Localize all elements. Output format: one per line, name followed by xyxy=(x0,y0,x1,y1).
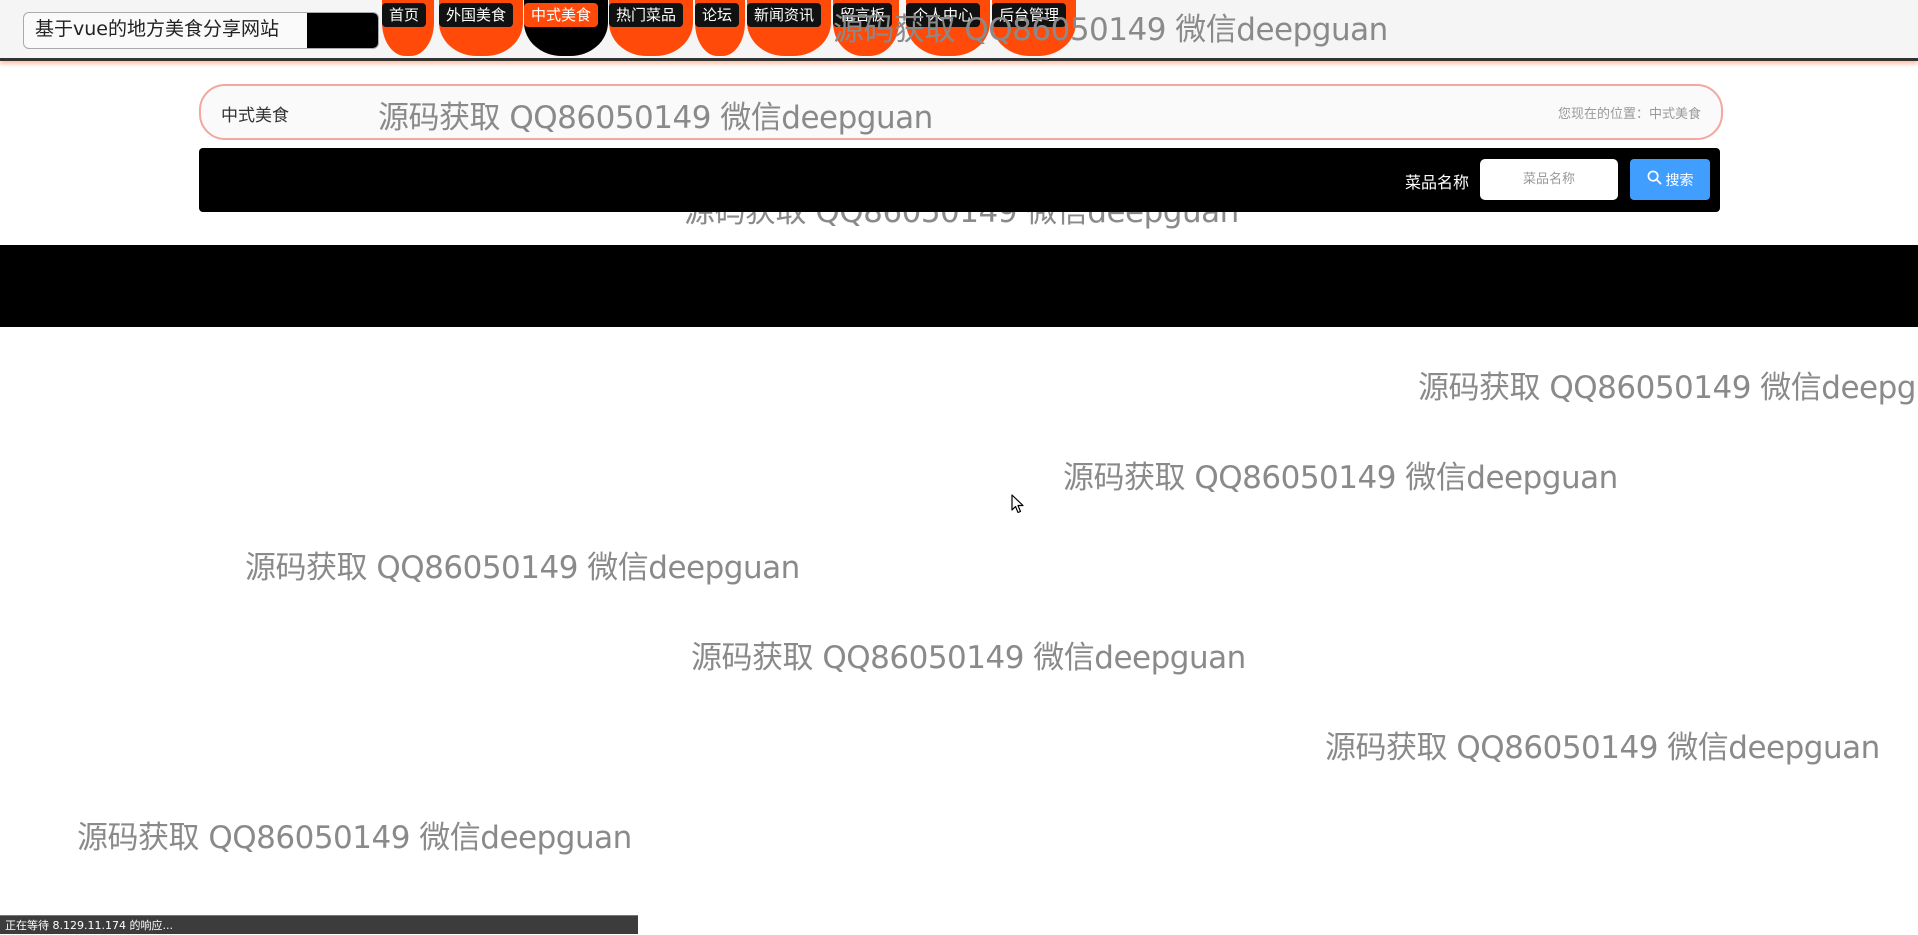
nav-item-chinese-food[interactable]: 中式美食 xyxy=(524,0,608,56)
watermark: 源码获取 QQ86050149 微信deepguan xyxy=(378,100,933,136)
nav-label-news[interactable]: 新闻资讯 xyxy=(747,3,822,27)
nav-label-chinese-food[interactable]: 中式美食 xyxy=(524,3,599,27)
banner-area xyxy=(0,245,1918,327)
page-title: 中式美食 xyxy=(221,106,289,126)
watermark: 源码获取 QQ86050149 微信deepguan xyxy=(245,550,800,586)
search-label: 菜品名称 xyxy=(1405,173,1470,192)
nav-item-home[interactable]: 首页 xyxy=(382,0,434,56)
site-title-decoration xyxy=(307,13,378,48)
search-button[interactable]: 搜索 xyxy=(1630,159,1710,200)
search-icon xyxy=(1647,170,1662,189)
search-input[interactable] xyxy=(1480,159,1618,200)
nav-label-foreign-food[interactable]: 外国美食 xyxy=(439,3,514,27)
watermark: 源码获取 QQ86050149 微信deepguan xyxy=(833,12,1388,48)
nav-item-news[interactable]: 新闻资讯 xyxy=(747,0,831,56)
nav-item-foreign-food[interactable]: 外国美食 xyxy=(439,0,523,56)
watermark: 源码获取 QQ86050149 微信deepguan xyxy=(77,820,632,856)
nav-label-home[interactable]: 首页 xyxy=(382,3,427,27)
nav-item-hot-dishes[interactable]: 热门菜品 xyxy=(609,0,693,56)
mouse-cursor-icon xyxy=(1011,494,1025,518)
site-title: 基于vue的地方美食分享网站 xyxy=(35,18,279,40)
search-button-label: 搜索 xyxy=(1665,172,1694,189)
watermark: 源码获取 QQ86050149 微信deepguan xyxy=(1063,460,1618,496)
nav-label-forum[interactable]: 论坛 xyxy=(695,3,740,27)
browser-status-bar: 正在等待 8.129.11.174 的响应... xyxy=(0,915,638,934)
search-bar: 菜品名称 搜索 xyxy=(199,148,1720,212)
nav-label-hot-dishes[interactable]: 热门菜品 xyxy=(609,3,684,27)
site-title-box: 基于vue的地方美食分享网站 xyxy=(23,12,379,49)
nav-item-forum[interactable]: 论坛 xyxy=(695,0,745,56)
breadcrumb: 您现在的位置：中式美食 xyxy=(1557,107,1701,122)
watermark: 源码获取 QQ86050149 微信deepguan xyxy=(1325,730,1880,766)
watermark: 源码获取 QQ86050149 微信deepguan xyxy=(691,640,1246,676)
watermark: 源码获取 QQ86050149 微信deepguan xyxy=(1418,370,1918,406)
